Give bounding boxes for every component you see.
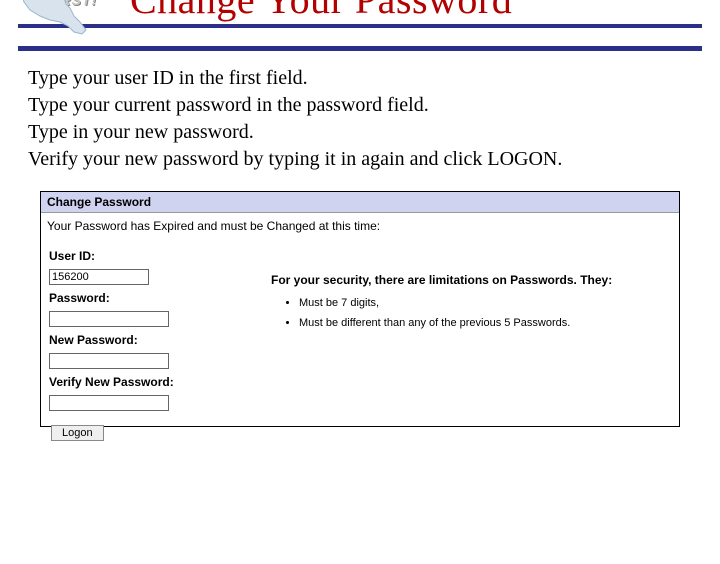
instruction-line: Type your user ID in the first field. xyxy=(28,65,692,92)
password-input[interactable] xyxy=(49,311,169,327)
form-header: Change Password xyxy=(41,192,679,213)
verify-password-input[interactable] xyxy=(49,395,169,411)
header-rule-bottom xyxy=(18,46,702,51)
verify-password-label: Verify New Password: xyxy=(49,375,261,389)
new-password-label: New Password: xyxy=(49,333,261,347)
form-screenshot: Change Password Your Password has Expire… xyxy=(40,191,680,427)
security-rules: Must be 7 digits, Must be different than… xyxy=(299,297,631,329)
user-id-input[interactable] xyxy=(49,269,149,285)
page-title: Change Your Password xyxy=(130,0,720,23)
logo-line2: FIRST! xyxy=(46,0,97,8)
security-heading: For your security, there are limitations… xyxy=(271,273,631,287)
people-first-logo: PEOPLE FIRST! xyxy=(18,0,97,8)
new-password-input[interactable] xyxy=(49,353,169,369)
password-label: Password: xyxy=(49,291,261,305)
form-fields: User ID: Password: New Password: Verify … xyxy=(41,243,261,411)
instructions: Type your user ID in the first field. Ty… xyxy=(28,65,692,173)
instruction-line: Type in your new password. xyxy=(28,119,692,146)
instruction-line: Type your current password in the passwo… xyxy=(28,92,692,119)
security-rule: Must be 7 digits, xyxy=(299,297,631,309)
change-password-form: Change Password Your Password has Expire… xyxy=(40,191,680,427)
form-message: Your Password has Expired and must be Ch… xyxy=(41,213,679,243)
header: PEOPLE FIRST! Change Your Password xyxy=(0,0,720,36)
security-info: For your security, there are limitations… xyxy=(261,243,631,337)
user-id-label: User ID: xyxy=(49,249,261,263)
logon-button[interactable]: Logon xyxy=(51,425,104,441)
instruction-line: Verify your new password by typing it in… xyxy=(28,146,692,173)
security-rule: Must be different than any of the previo… xyxy=(299,317,631,329)
